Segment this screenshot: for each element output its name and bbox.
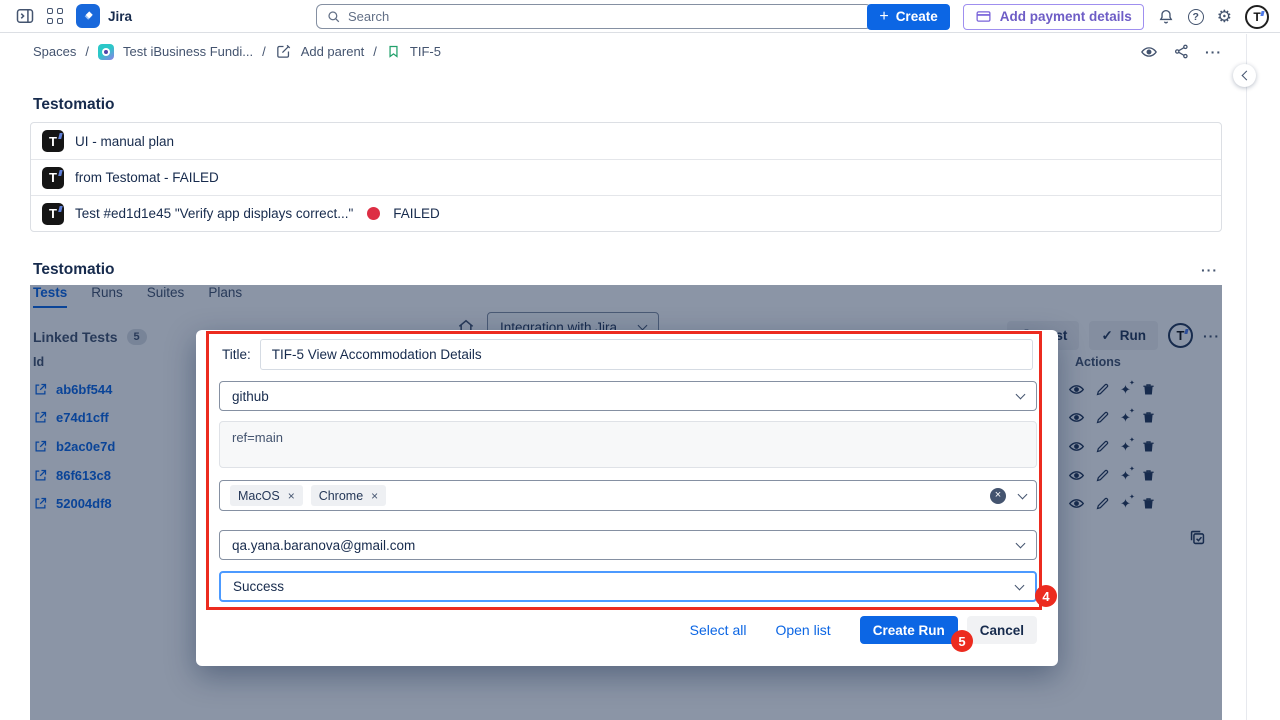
list-item-label: Test #ed1d1e45 "Verify app displays corr… [75, 206, 353, 221]
status-text: FAILED [393, 206, 440, 221]
clear-all-tags-icon[interactable]: × [990, 488, 1006, 504]
list-item[interactable]: T from Testomat - FAILED [31, 159, 1221, 195]
breadcrumb-space-name[interactable]: Test iBusiness Fundi... [123, 44, 253, 59]
add-payment-details-button[interactable]: Add payment details [963, 4, 1144, 30]
testomatio-links-card: T UI - manual plan T from Testomat - FAI… [30, 122, 1222, 232]
annotation-step-badge: 4 [1035, 585, 1057, 607]
jira-logo[interactable] [76, 4, 100, 28]
select-all-link[interactable]: Select all [690, 622, 747, 638]
breadcrumb-spaces[interactable]: Spaces [33, 44, 76, 59]
list-item[interactable]: T Test #ed1d1e45 "Verify app displays co… [31, 195, 1221, 231]
chevron-down-icon [1016, 390, 1026, 400]
app-name: Jira [108, 9, 132, 24]
global-search[interactable] [316, 4, 872, 29]
testomatio-logo-icon: T [42, 130, 64, 152]
tags-multiselect[interactable]: MacOS × Chrome × × [219, 480, 1037, 511]
space-icon [98, 44, 114, 60]
panel-divider [1246, 34, 1247, 720]
testomatio-logo-icon: T [42, 167, 64, 189]
breadcrumb-add-parent[interactable]: Add parent [301, 44, 365, 59]
app-switcher-icon[interactable] [47, 8, 64, 25]
remove-tag-icon[interactable]: × [371, 489, 378, 503]
list-item-label: from Testomat - FAILED [75, 170, 219, 185]
top-navigation-bar: Jira + Create Add payment details ? ⚙ T [0, 0, 1280, 33]
chevron-down-icon [1015, 580, 1025, 590]
widget-title: Testomatio [33, 261, 115, 279]
sidebar-toggle-icon[interactable] [15, 6, 35, 26]
list-item[interactable]: T UI - manual plan [31, 123, 1221, 159]
run-title-input[interactable] [260, 339, 1033, 370]
testomatio-widget: Tests Runs Suites Plans Linked Tests 5 I… [30, 285, 1222, 720]
credit-card-icon [975, 8, 992, 25]
testomatio-logo-icon: T [42, 203, 64, 225]
user-avatar[interactable]: T [1245, 5, 1269, 29]
watch-eye-icon[interactable] [1140, 43, 1158, 61]
remove-tag-icon[interactable]: × [288, 489, 295, 503]
plus-icon: + [879, 9, 888, 25]
chevron-down-icon [1016, 539, 1026, 549]
environment-select[interactable]: github [219, 381, 1037, 411]
collapse-panel-button[interactable] [1233, 64, 1256, 87]
breadcrumb-page[interactable]: TIF-5 [410, 44, 441, 59]
run-params-textarea[interactable]: ref=main [219, 421, 1037, 468]
status-select[interactable]: Success [219, 571, 1037, 602]
tag-chip: Chrome × [311, 485, 386, 506]
settings-gear-icon[interactable]: ⚙ [1217, 8, 1232, 25]
search-input[interactable] [348, 9, 862, 24]
create-run-button[interactable]: Create Run [860, 616, 958, 644]
open-list-link[interactable]: Open list [775, 622, 830, 638]
list-item-label: UI - manual plan [75, 134, 174, 149]
notifications-bell-icon[interactable] [1157, 8, 1175, 26]
cancel-button[interactable]: Cancel [967, 616, 1037, 644]
section-title-testomatio: Testomatio [33, 96, 1280, 114]
share-icon[interactable] [1173, 43, 1190, 60]
tag-chip: MacOS × [230, 485, 303, 506]
help-icon[interactable]: ? [1188, 9, 1204, 25]
bookmark-icon [386, 44, 401, 59]
chevron-down-icon [1018, 489, 1028, 499]
annotation-step-badge: 5 [951, 630, 973, 652]
breadcrumb: Spaces / Test iBusiness Fundi... / Add p… [0, 33, 1280, 70]
search-icon [326, 9, 341, 24]
assignee-email-select[interactable]: qa.yana.baranova@gmail.com [219, 530, 1037, 560]
edit-icon [275, 43, 292, 60]
create-button[interactable]: + Create [867, 4, 949, 30]
widget-more-icon[interactable]: ··· [1201, 262, 1218, 278]
page-more-icon[interactable]: ··· [1205, 44, 1222, 60]
annotation-rectangle [206, 331, 1042, 610]
failed-status-icon [367, 207, 380, 220]
create-run-modal: Title: github ref=main MacOS × Chrome × … [196, 330, 1058, 666]
title-label: Title: [222, 347, 251, 362]
